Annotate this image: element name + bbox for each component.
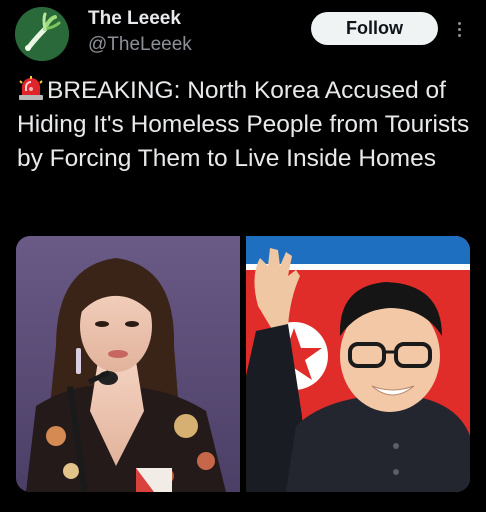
user-handle[interactable]: @TheLeeek [88,34,192,56]
display-name[interactable]: The Leeek [88,8,181,30]
post-header: The Leeek @TheLeeek Follow [0,0,486,66]
follow-button[interactable]: Follow [311,12,438,45]
post-text: BREAKING: North Korea Accused of Hiding … [17,74,472,176]
siren-icon [19,76,43,100]
photo-man-waving-flag[interactable] [246,236,470,492]
leek-icon [15,7,69,61]
photo-woman-at-microphone[interactable] [16,236,240,492]
more-vertical-icon[interactable] [452,14,466,44]
post-body: BREAKING: North Korea Accused of Hiding … [17,77,470,172]
media-grid[interactable] [16,236,470,492]
avatar[interactable] [15,7,69,61]
